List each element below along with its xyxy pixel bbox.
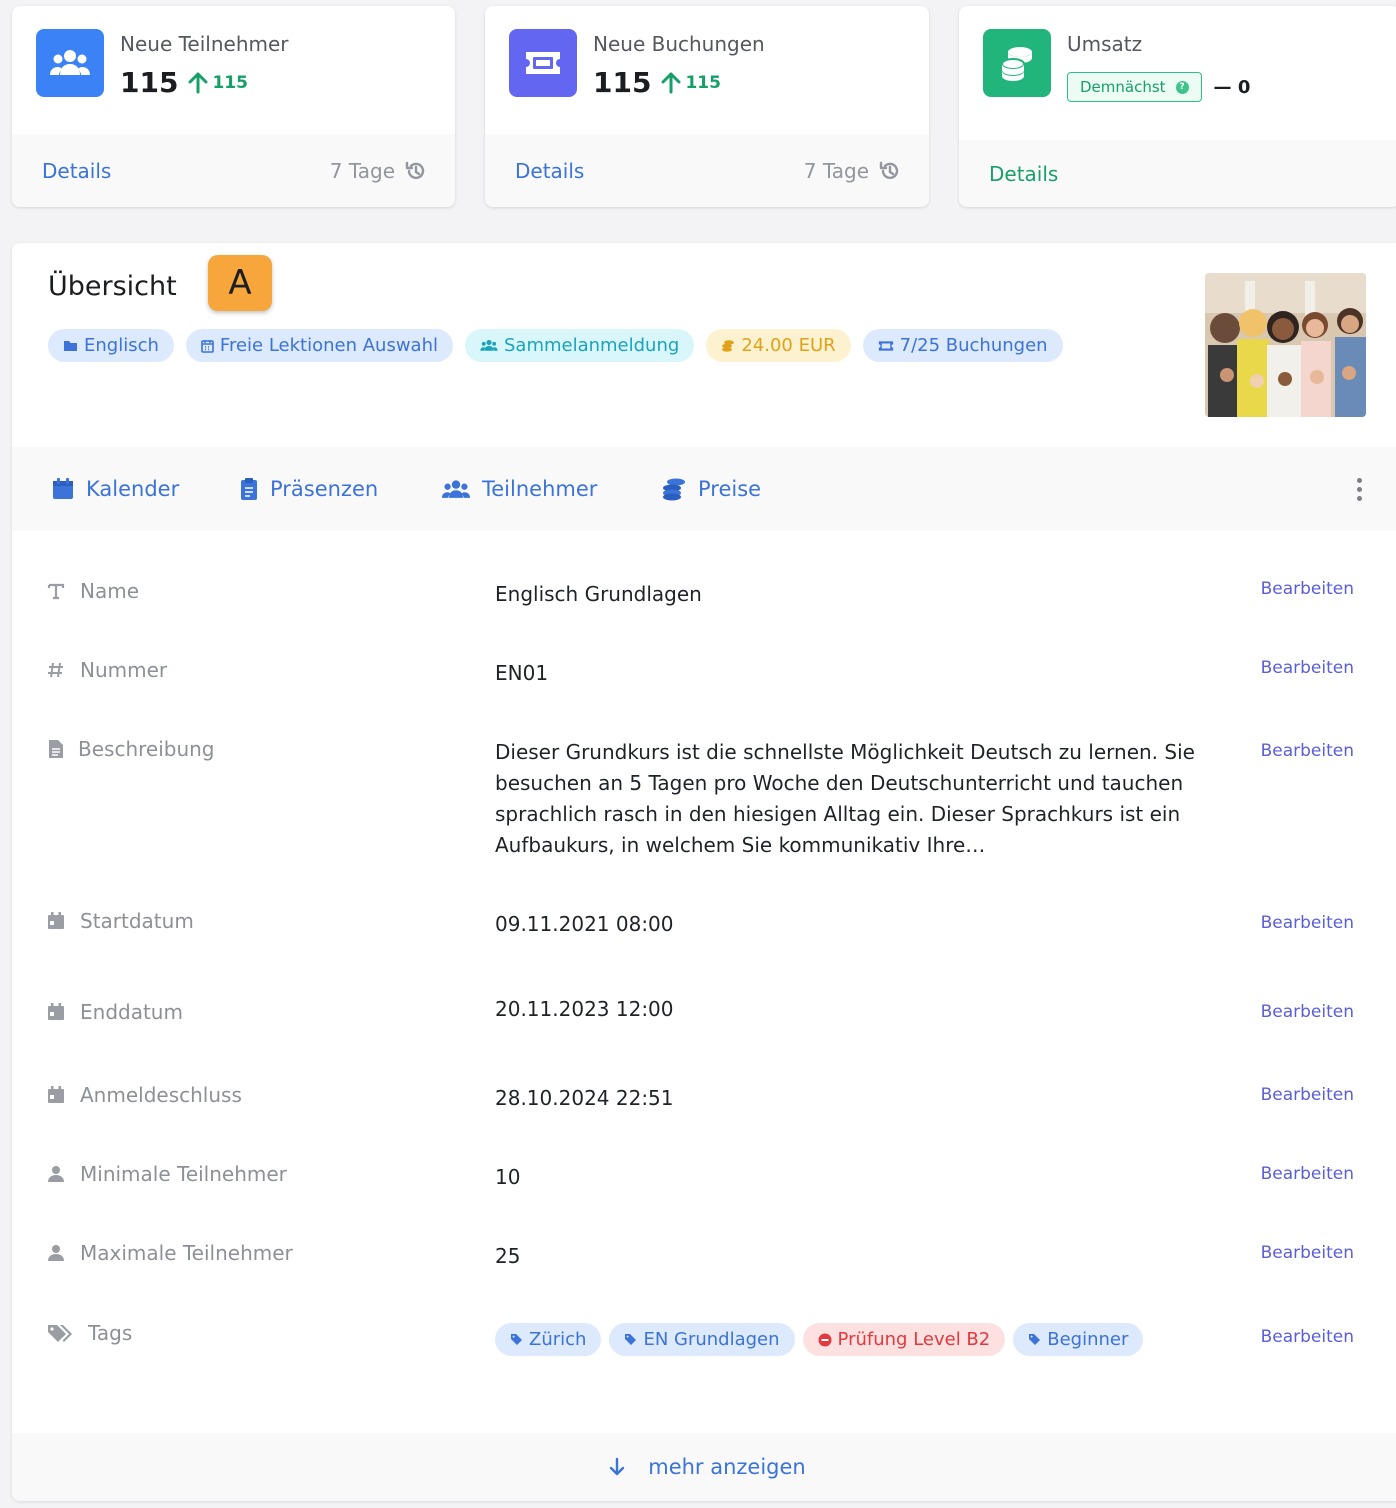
tab-bar: Kalender Präsenzen Teilnehmer Preise <box>12 447 1396 531</box>
course-meta-pills: Englisch Freie Lektionen Auswahl Sammela… <box>48 329 1063 362</box>
user-icon <box>46 1244 66 1262</box>
coins-icon <box>983 29 1051 97</box>
stat-card-new-bookings: Neue Buchungen 115 115 Details 7 Tage <box>485 6 929 207</box>
field-label: Name <box>80 579 140 603</box>
revenue-value: — 0 <box>1213 76 1251 98</box>
edit-button[interactable]: Bearbeiten <box>1261 913 1354 933</box>
calendar-icon <box>53 478 73 499</box>
stat-value: 115 <box>593 66 652 99</box>
stat-card-new-participants: Neue Teilnehmer 115 115 Details 7 Tage <box>12 6 455 207</box>
users-icon <box>480 339 498 351</box>
history-icon <box>879 161 899 179</box>
arrow-down-icon <box>610 1457 625 1476</box>
calendar-icon <box>46 1086 66 1104</box>
users-icon <box>442 479 470 498</box>
calendar-icon <box>46 1003 66 1021</box>
coins-icon <box>663 478 685 501</box>
folder-icon <box>64 341 77 351</box>
tab-preise[interactable]: Preise <box>662 447 761 531</box>
ticket-icon <box>509 29 577 97</box>
text-icon <box>46 582 66 600</box>
calendar-icon <box>46 912 66 930</box>
period-selector[interactable]: 7 Tage <box>330 159 427 183</box>
field-label: Enddatum <box>80 1000 183 1024</box>
tag-icon <box>1029 1334 1041 1345</box>
edit-button[interactable]: Bearbeiten <box>1261 1002 1354 1022</box>
file-icon <box>46 739 66 759</box>
schedule-pill: Freie Lektionen Auswahl <box>185 329 453 362</box>
tab-praesenzen[interactable]: Präsenzen <box>240 447 378 531</box>
field-label: Maximale Teilnehmer <box>80 1241 293 1265</box>
stat-value: 115 <box>120 66 179 99</box>
registration-pill: Sammelanmeldung <box>464 329 695 362</box>
field-value: 10 <box>495 1165 521 1189</box>
period-selector[interactable]: 7 Tage <box>804 159 901 183</box>
field-label: Nummer <box>80 658 168 682</box>
arrow-up-icon <box>661 72 681 93</box>
field-value: 09.11.2021 08:00 <box>495 912 674 936</box>
edit-button[interactable]: Bearbeiten <box>1261 1327 1354 1347</box>
field-value: EN01 <box>495 661 549 685</box>
minus-circle-icon <box>818 1333 832 1346</box>
stat-label: Umsatz <box>1067 32 1143 56</box>
calendar-icon <box>201 339 214 353</box>
edit-button[interactable]: Bearbeiten <box>1261 1243 1354 1263</box>
hash-icon <box>46 661 66 679</box>
field-value: 28.10.2024 22:51 <box>495 1086 674 1110</box>
stat-label: Neue Teilnehmer <box>120 32 289 56</box>
user-icon <box>46 1165 66 1183</box>
page-title: Übersicht <box>48 271 177 302</box>
field-label: Beschreibung <box>78 737 215 761</box>
tab-kalender[interactable]: Kalender <box>52 447 179 531</box>
show-more-button[interactable]: mehr anzeigen <box>12 1433 1396 1501</box>
users-icon <box>36 29 104 97</box>
history-icon <box>405 161 425 179</box>
price-pill: 24.00 EUR <box>706 329 851 362</box>
field-label: Tags <box>88 1321 133 1345</box>
edit-button[interactable]: Bearbeiten <box>1261 579 1354 599</box>
edit-button[interactable]: Bearbeiten <box>1261 1085 1354 1105</box>
field-value: Dieser Grundkurs ist die schnellste Mögl… <box>495 740 1195 857</box>
course-image <box>1205 273 1366 417</box>
details-link[interactable]: Details <box>989 162 1058 186</box>
bookings-pill: 7/25 Buchungen <box>862 329 1063 362</box>
edit-button[interactable]: Bearbeiten <box>1261 741 1354 761</box>
tag-item[interactable]: Beginner <box>1013 1323 1144 1356</box>
tag-item[interactable]: Zürich <box>495 1323 602 1356</box>
field-label: Anmeldeschluss <box>80 1083 242 1107</box>
tag-item[interactable]: Prüfung Level B2 <box>802 1323 1006 1356</box>
tags-icon <box>46 1323 74 1343</box>
question-icon[interactable]: ? <box>1175 80 1189 94</box>
tag-list: Zürich EN Grundlagen Prüfung Level B2 Be… <box>495 1323 1151 1356</box>
clipboard-icon <box>241 478 257 500</box>
arrow-up-icon <box>188 72 208 93</box>
more-options-icon[interactable] <box>1357 447 1362 531</box>
annotation-marker: A <box>208 255 272 311</box>
tag-icon <box>625 1334 637 1345</box>
coming-soon-badge: Demnächst ? <box>1067 72 1202 102</box>
edit-button[interactable]: Bearbeiten <box>1261 658 1354 678</box>
stat-card-revenue: Umsatz Demnächst ? — 0 Details <box>959 6 1396 207</box>
ticket-icon <box>878 340 893 351</box>
stat-label: Neue Buchungen <box>593 32 765 56</box>
tab-teilnehmer[interactable]: Teilnehmer <box>442 447 597 531</box>
details-link[interactable]: Details <box>515 159 584 183</box>
tag-item[interactable]: EN Grundlagen <box>609 1323 795 1356</box>
field-value: 20.11.2023 12:00 <box>495 997 674 1021</box>
field-label: Minimale Teilnehmer <box>80 1162 287 1186</box>
category-pill: Englisch <box>48 329 174 362</box>
tag-icon <box>511 1334 522 1345</box>
details-link[interactable]: Details <box>42 159 111 183</box>
stat-delta: 115 <box>661 72 721 94</box>
field-label: Startdatum <box>80 909 194 933</box>
overview-card: Übersicht A Englisch Freie Lektionen Aus… <box>12 243 1396 1501</box>
coins-icon <box>722 339 735 352</box>
edit-button[interactable]: Bearbeiten <box>1261 1164 1354 1184</box>
field-value: Englisch Grundlagen <box>495 582 702 606</box>
field-value: 25 <box>495 1244 521 1268</box>
stat-delta: 115 <box>188 72 248 94</box>
